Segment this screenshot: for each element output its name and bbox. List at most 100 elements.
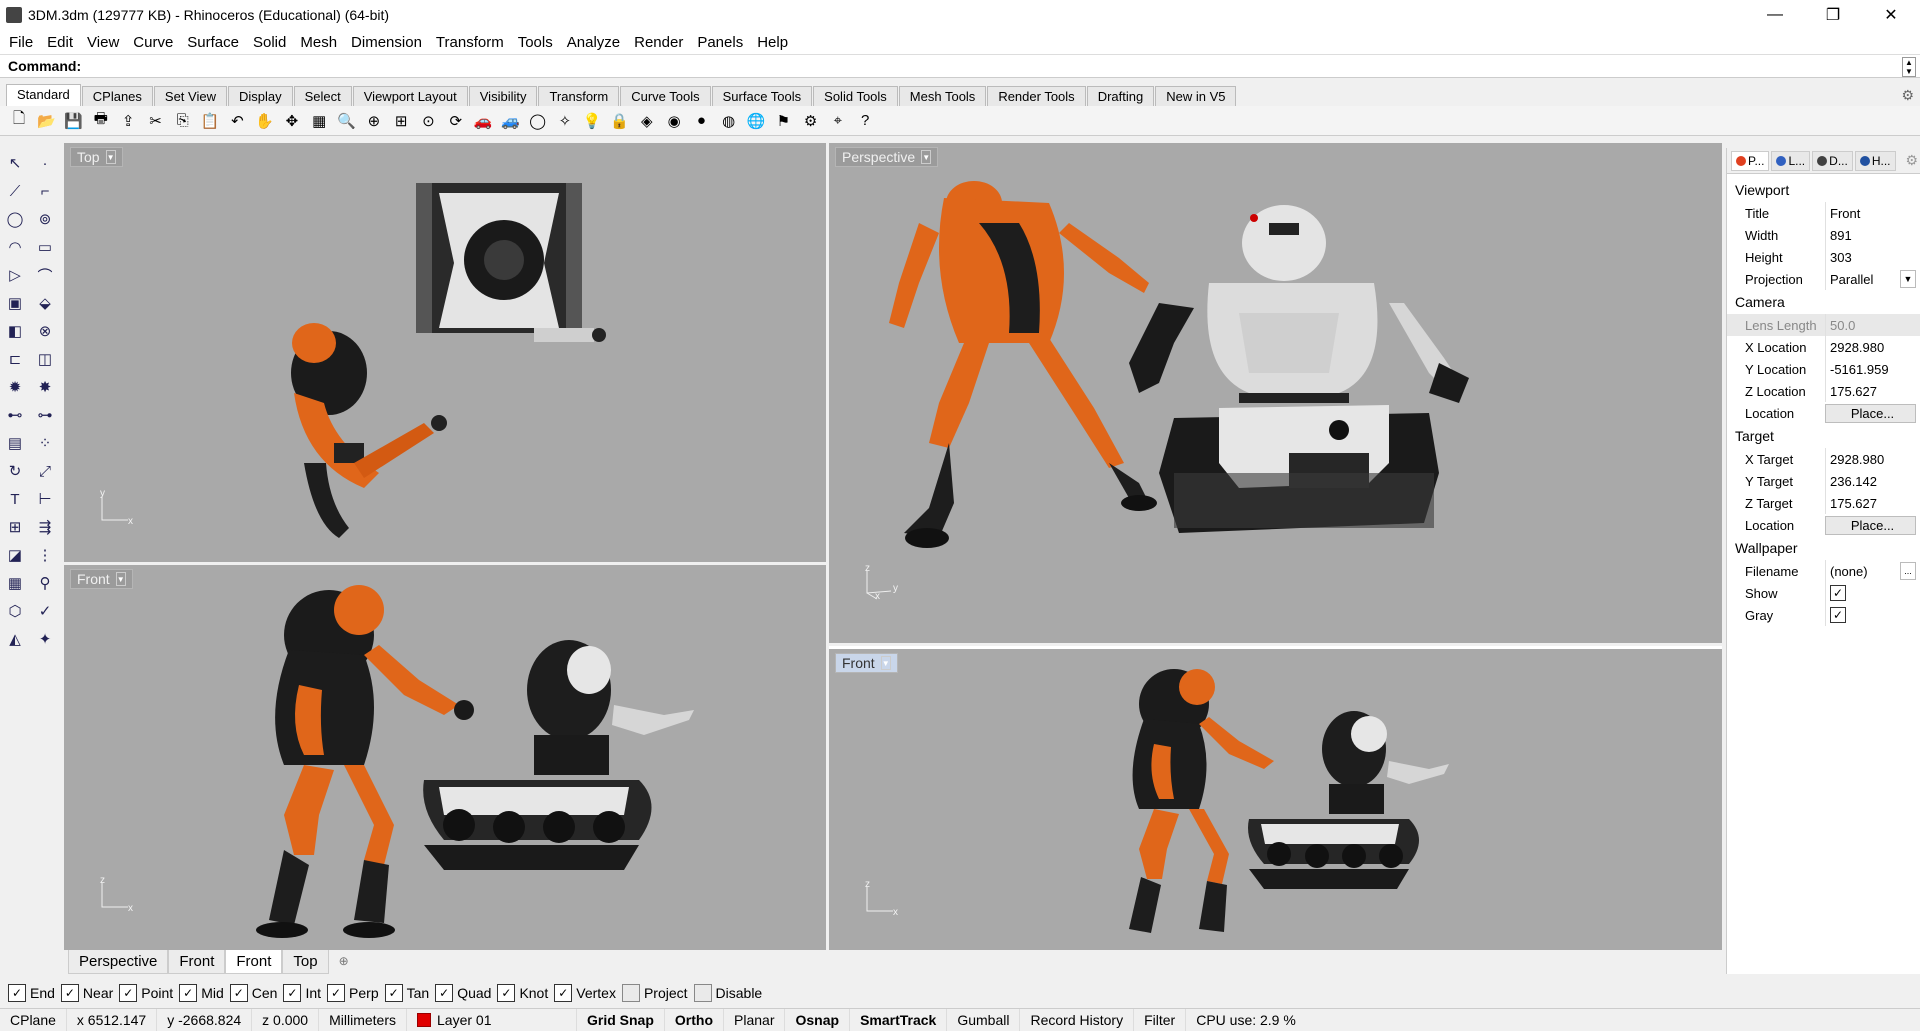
trim-icon[interactable]: ⊶ xyxy=(32,402,58,428)
planar-toggle[interactable]: Planar xyxy=(724,1008,786,1031)
panel-tab-3[interactable]: H... xyxy=(1854,150,1896,171)
viewport-tab-perspective[interactable]: Perspective xyxy=(68,950,169,974)
osnap-checkbox[interactable]: ✓ xyxy=(179,984,198,1002)
car2-icon[interactable]: 🚙 xyxy=(499,110,521,132)
zoom-selected-icon[interactable]: ⊙ xyxy=(417,110,439,132)
boolean-icon[interactable]: ⊗ xyxy=(32,318,58,344)
osnap-checkbox[interactable]: ✓ xyxy=(327,984,346,1002)
sphere-icon[interactable]: ● xyxy=(690,110,712,132)
menu-help[interactable]: Help xyxy=(750,34,795,51)
menu-tools[interactable]: Tools xyxy=(511,34,560,51)
menu-analyze[interactable]: Analyze xyxy=(560,34,627,51)
curve-edit-icon[interactable]: ⌐ xyxy=(32,178,58,204)
dots-icon[interactable]: ⁘ xyxy=(32,430,58,456)
text-icon[interactable]: T xyxy=(2,486,28,512)
viewport-top[interactable]: Top ▼ y x xyxy=(64,143,826,562)
osnap-checkbox[interactable] xyxy=(693,984,712,1002)
color-wheel-icon[interactable]: ◉ xyxy=(663,110,685,132)
osnap-int[interactable]: ✓ Int xyxy=(283,984,321,1002)
toolbar-tab-cplanes[interactable]: CPlanes xyxy=(81,86,153,106)
property-value[interactable]: Front xyxy=(1825,202,1920,224)
viewport-menu-dropdown-icon[interactable]: ▼ xyxy=(115,572,126,586)
menu-curve[interactable]: Curve xyxy=(126,34,180,51)
property-checkbox[interactable]: ✓ xyxy=(1830,607,1846,623)
property-value[interactable]: (none) xyxy=(1825,560,1900,582)
filter-toggle[interactable]: Filter xyxy=(1134,1008,1187,1031)
viewport-front-left-label[interactable]: Front ▼ xyxy=(70,569,133,589)
restore-button[interactable]: ❐ xyxy=(1804,0,1862,30)
undo-icon[interactable]: ↶ xyxy=(226,110,248,132)
metal-sphere-icon[interactable]: ◍ xyxy=(718,110,740,132)
osnap-checkbox[interactable]: ✓ xyxy=(554,984,573,1002)
minimize-button[interactable]: — xyxy=(1746,0,1804,30)
menu-file[interactable]: File xyxy=(2,34,40,51)
menu-panels[interactable]: Panels xyxy=(690,34,750,51)
point-icon[interactable]: · xyxy=(32,150,58,176)
viewport-perspective-label[interactable]: Perspective ▼ xyxy=(835,147,939,167)
circle-icon[interactable]: ◯ xyxy=(527,110,549,132)
mesh-tool-icon[interactable]: ▤ xyxy=(2,430,28,456)
place-button[interactable]: Place... xyxy=(1825,403,1916,423)
osnap-point[interactable]: ✓ Point xyxy=(119,984,173,1002)
light-icon[interactable]: ✧ xyxy=(554,110,576,132)
property-value[interactable]: Parallel xyxy=(1825,268,1900,290)
toolbar-tab-new-in-v5[interactable]: New in V5 xyxy=(1155,86,1237,106)
osnap-end[interactable]: ✓ End xyxy=(8,984,55,1002)
viewport-tab-top[interactable]: Top xyxy=(282,950,329,974)
help-icon[interactable]: ? xyxy=(854,110,876,132)
osnap-vertex[interactable]: ✓ Vertex xyxy=(554,984,616,1002)
print-icon[interactable]: 🖶 xyxy=(90,110,112,132)
osnap-checkbox[interactable]: ✓ xyxy=(229,984,248,1002)
toolbar-tab-transform[interactable]: Transform xyxy=(538,86,620,106)
record-history-toggle[interactable]: Record History xyxy=(1020,1008,1135,1031)
extrude-icon[interactable]: ⬙ xyxy=(32,290,58,316)
property-value[interactable]: 175.627 xyxy=(1825,380,1920,402)
projection-dropdown-icon[interactable]: ▼ xyxy=(1900,270,1916,288)
osnap-toggle[interactable]: Osnap xyxy=(785,1008,851,1031)
property-value[interactable]: 891 xyxy=(1825,224,1920,246)
dimension-icon[interactable]: ⊢ xyxy=(32,486,58,512)
property-value[interactable]: -5161.959 xyxy=(1825,358,1920,380)
property-value[interactable]: 236.142 xyxy=(1825,470,1920,492)
viewport-top-label[interactable]: Top ▼ xyxy=(70,147,123,167)
osnap-disable[interactable]: Disable xyxy=(693,984,762,1002)
status-units[interactable]: Millimeters xyxy=(319,1008,407,1031)
select-arrow-icon[interactable]: ↖ xyxy=(2,150,28,176)
rectangle-icon[interactable]: ▭ xyxy=(32,234,58,260)
fillet-icon[interactable]: ⌒ xyxy=(32,262,58,288)
menu-transform[interactable]: Transform xyxy=(429,34,511,51)
menu-edit[interactable]: Edit xyxy=(40,34,80,51)
toolbar-tab-standard[interactable]: Standard xyxy=(6,84,81,106)
cut-icon[interactable]: ✂ xyxy=(144,110,166,132)
toolbar-tab-drafting[interactable]: Drafting xyxy=(1086,86,1155,106)
status-cplane[interactable]: CPlane xyxy=(0,1008,67,1031)
align-icon[interactable]: ⇶ xyxy=(32,514,58,540)
close-button[interactable]: ✕ xyxy=(1862,0,1920,30)
zoom-extents-icon[interactable]: ⊞ xyxy=(390,110,412,132)
property-checkbox[interactable]: ✓ xyxy=(1830,585,1846,601)
scale-icon[interactable]: ⤢ xyxy=(32,458,58,484)
property-value[interactable]: 2928.980 xyxy=(1825,448,1920,470)
viewport-front-right-label[interactable]: Front ▼ xyxy=(835,653,898,673)
osnap-project[interactable]: Project xyxy=(621,984,688,1002)
matrix-icon[interactable]: ▦ xyxy=(2,570,28,596)
light-tool-icon[interactable]: ✦ xyxy=(32,626,58,652)
osnap-checkbox[interactable]: ✓ xyxy=(119,984,138,1002)
osnap-mid[interactable]: ✓ Mid xyxy=(179,984,224,1002)
menu-surface[interactable]: Surface xyxy=(180,34,246,51)
menu-mesh[interactable]: Mesh xyxy=(293,34,344,51)
paste-icon[interactable]: 📋 xyxy=(199,110,221,132)
toolbar-tab-curve-tools[interactable]: Curve Tools xyxy=(620,86,711,106)
property-value[interactable]: 2928.980 xyxy=(1825,336,1920,358)
cylinder-icon[interactable]: ⊏ xyxy=(2,346,28,372)
command-input[interactable] xyxy=(85,57,1896,75)
toolbar-tab-select[interactable]: Select xyxy=(293,86,352,106)
place-button[interactable]: Place... xyxy=(1825,515,1916,535)
osnap-checkbox[interactable]: ✓ xyxy=(283,984,302,1002)
menu-view[interactable]: View xyxy=(80,34,126,51)
polyline-icon[interactable]: ⟋ xyxy=(2,178,28,204)
viewport-menu-dropdown-icon[interactable]: ▼ xyxy=(880,656,891,670)
osnap-quad[interactable]: ✓ Quad xyxy=(435,984,491,1002)
zoom-icon[interactable]: 🔍 xyxy=(336,110,358,132)
property-value[interactable]: 175.627 xyxy=(1825,492,1920,514)
